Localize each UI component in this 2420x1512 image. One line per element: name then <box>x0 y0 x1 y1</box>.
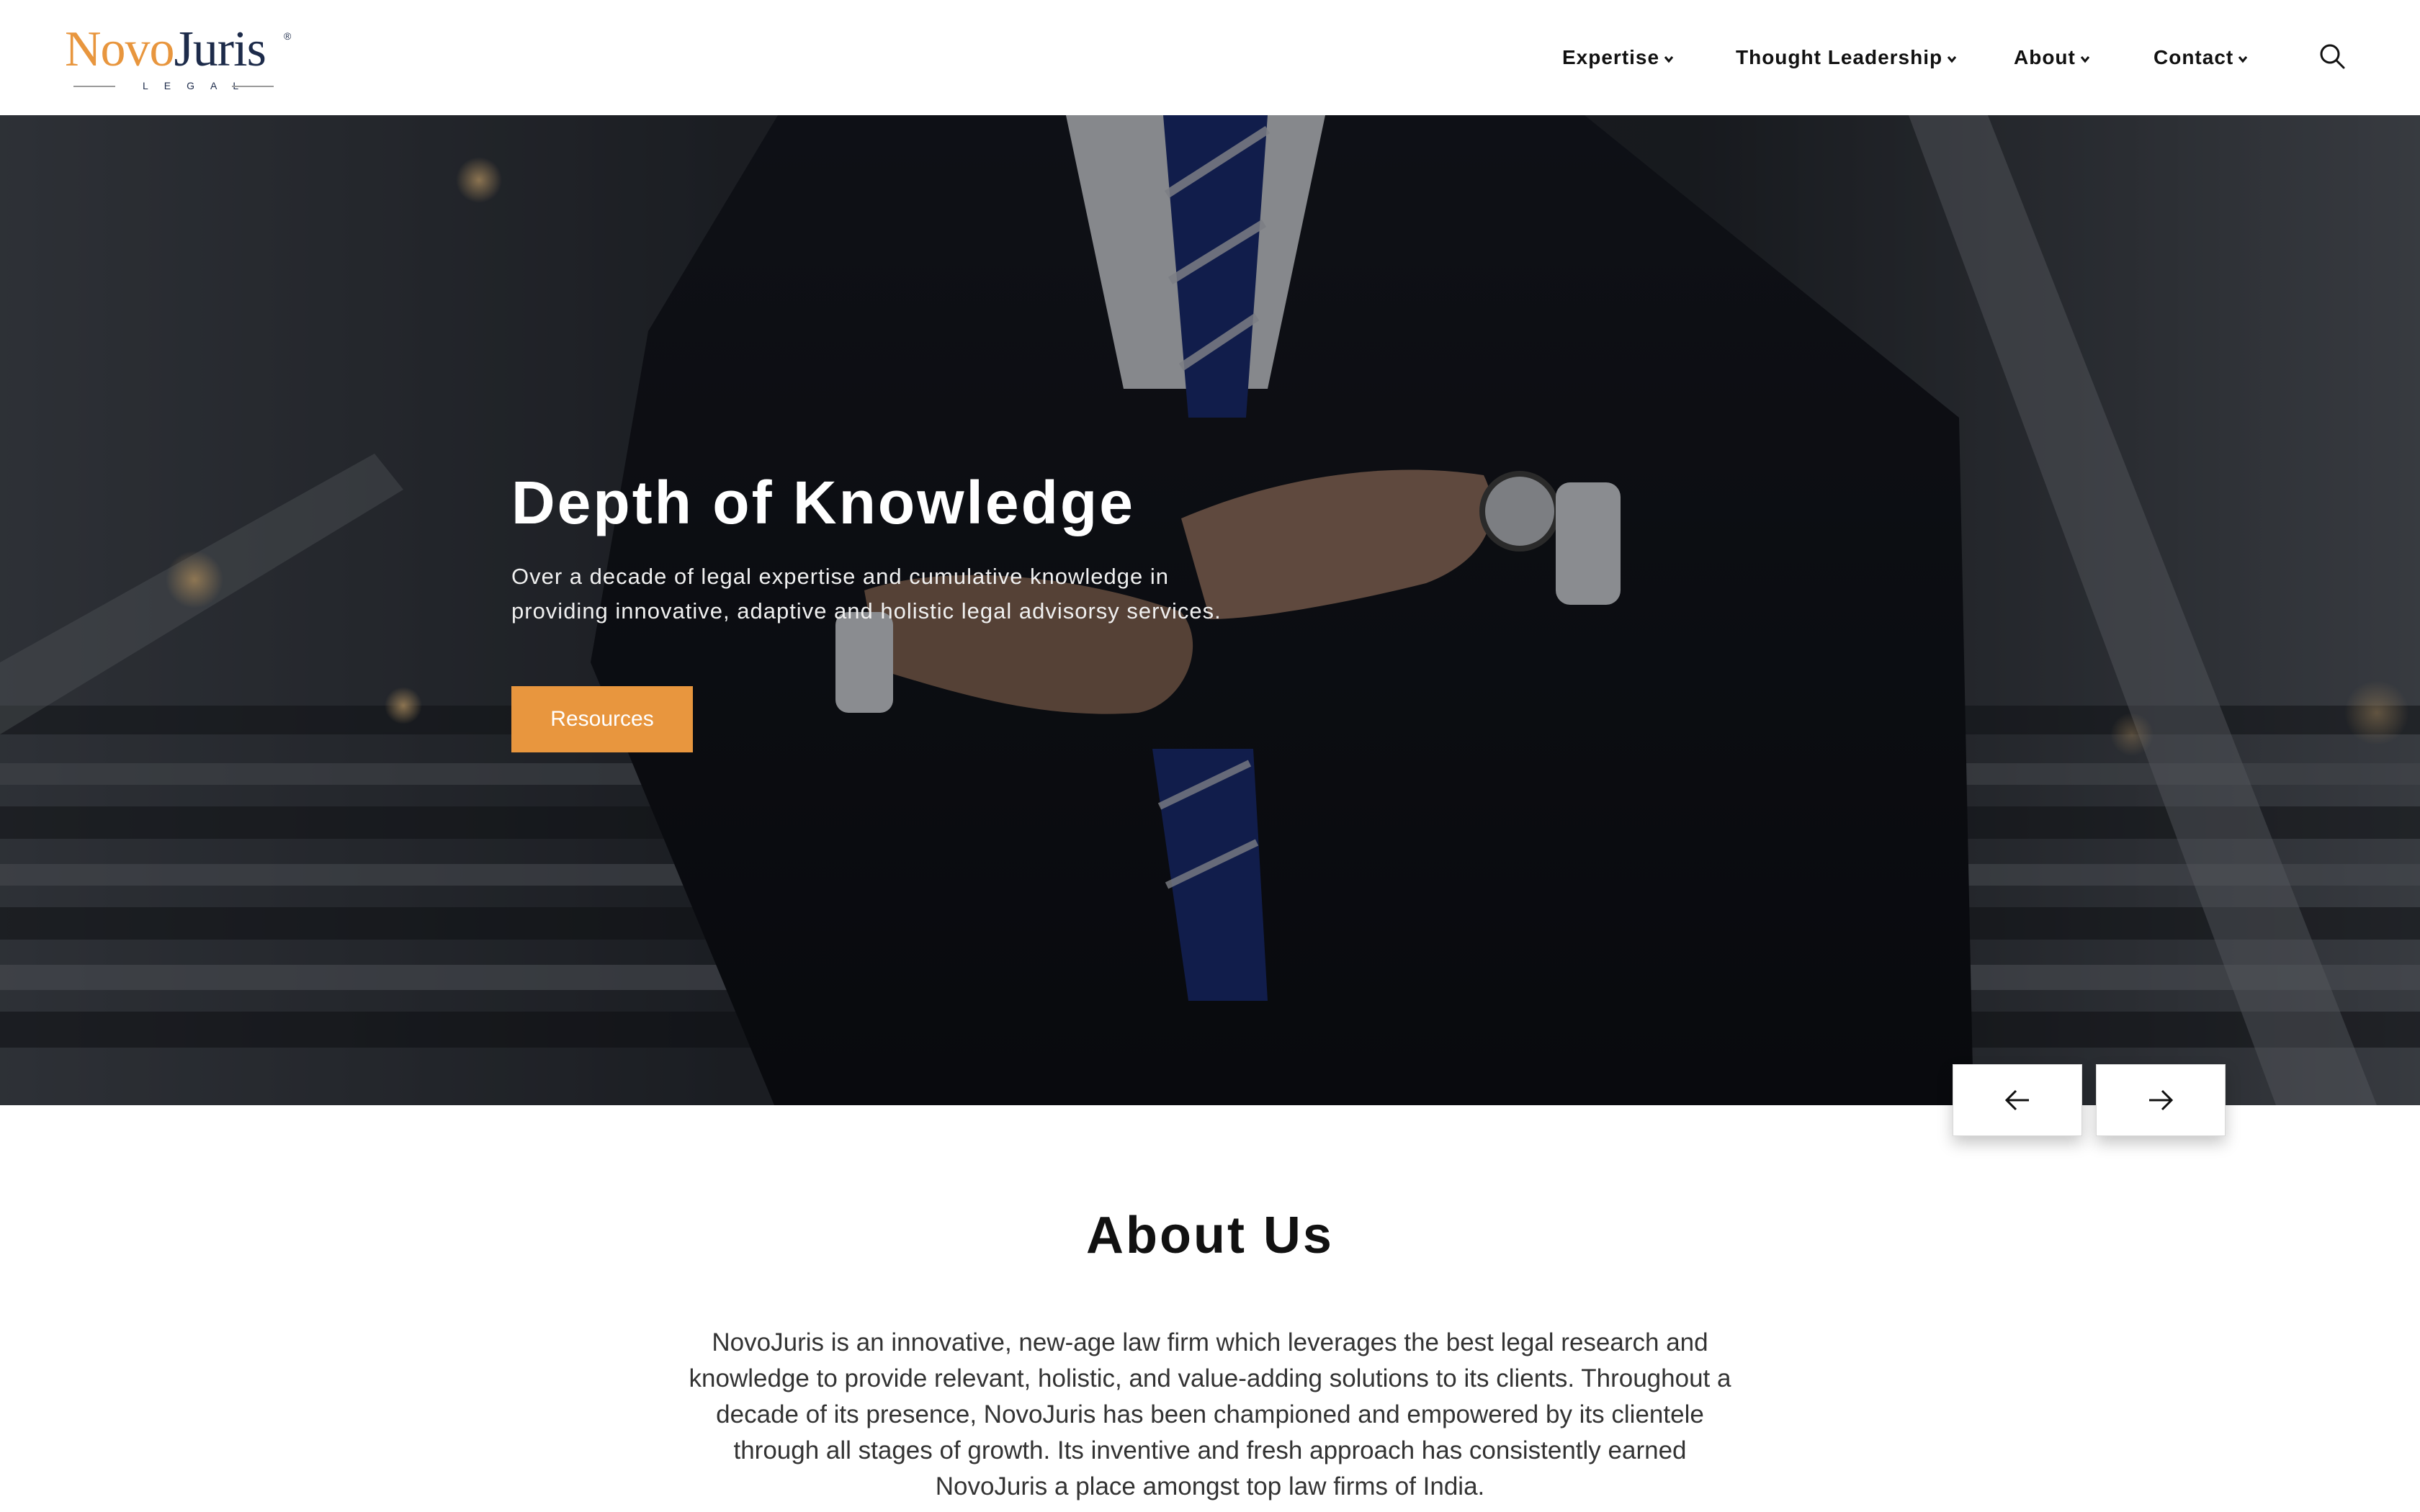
about-paragraph: NovoJuris is an innovative, new-age law … <box>689 1328 1731 1500</box>
resources-button[interactable]: Resources <box>511 686 693 752</box>
nav-item-expertise[interactable]: Expertise <box>1562 46 1675 69</box>
nav-item-thought-leadership[interactable]: Thought Leadership <box>1736 46 1958 69</box>
arrow-right-icon <box>2149 1089 2174 1111</box>
logo-tagline-text: LEGAL <box>143 80 255 91</box>
nav-item-label: Thought Leadership <box>1736 46 1943 68</box>
site-header: NovoJuris ® LEGAL Expertise Thought Lead… <box>0 0 2420 115</box>
chevron-down-icon <box>1947 56 1957 63</box>
nav-item-about[interactable]: About <box>2014 46 2092 69</box>
arrow-left-icon <box>2004 1089 2029 1111</box>
nav-item-label: Expertise <box>1562 46 1660 68</box>
carousel-next-button[interactable] <box>2096 1064 2226 1136</box>
search-icon[interactable] <box>2318 42 2347 71</box>
chevron-down-icon <box>1664 56 1674 63</box>
nav-item-label: Contact <box>2154 46 2234 68</box>
logo-tagline: LEGAL <box>73 78 274 93</box>
logo-rule-right <box>232 86 274 87</box>
logo-wordmark: NovoJuris <box>65 24 266 75</box>
nav-item-contact[interactable]: Contact <box>2154 46 2249 69</box>
nav-item-label: About <box>2014 46 2076 68</box>
hero-subtitle: Over a decade of legal expertise and cum… <box>511 564 1222 624</box>
logo-novo: Novo <box>65 22 175 77</box>
logo-registered-mark: ® <box>284 30 292 42</box>
hero-banner: Depth of Knowledge Over a decade of lega… <box>0 115 2420 1105</box>
carousel-prev-button[interactable] <box>1953 1064 2082 1136</box>
about-heading: About Us <box>1086 1207 1334 1264</box>
hero-title: Depth of Knowledge <box>511 469 1135 536</box>
logo-juris: Juris <box>174 22 266 77</box>
brand-logo[interactable]: NovoJuris ® LEGAL <box>65 24 295 92</box>
logo-rule-left <box>73 86 115 87</box>
chevron-down-icon <box>2238 56 2248 63</box>
chevron-down-icon <box>2080 56 2090 63</box>
